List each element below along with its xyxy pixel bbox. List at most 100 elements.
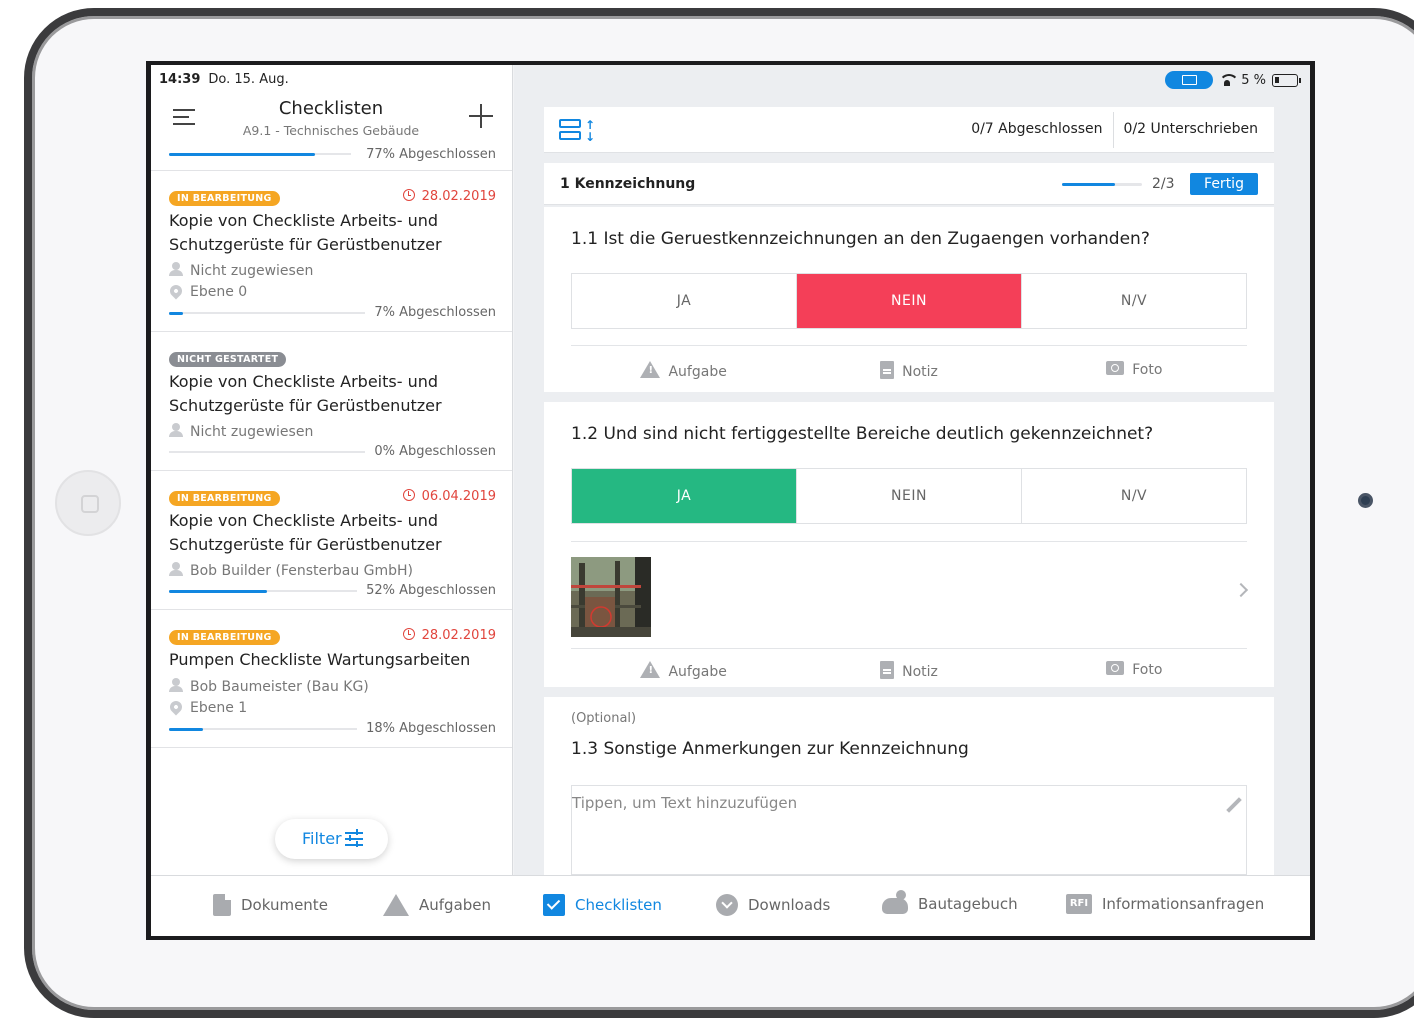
progress-bar bbox=[169, 311, 365, 315]
pencil-icon bbox=[1226, 797, 1242, 813]
checklist-list: 77% Abgeschlossen IN BEARBEITUNG 28.02.2… bbox=[151, 147, 512, 748]
progress-bar bbox=[169, 451, 365, 453]
progress-bar bbox=[169, 152, 351, 156]
completed-count: 0/7 Abgeschlossen bbox=[971, 121, 1103, 137]
question-card: 1.2 Und sind nicht fertiggestellte Berei… bbox=[544, 402, 1274, 687]
add-photo-button[interactable]: Foto bbox=[1022, 361, 1247, 380]
progress-label: 18% Abgeschlossen bbox=[366, 721, 496, 736]
tab-downloads[interactable]: Downloads bbox=[716, 894, 830, 916]
location: Ebene 1 bbox=[167, 698, 247, 716]
section-count: 2/3 bbox=[1152, 176, 1175, 192]
status-badge: IN BEARBEITUNG bbox=[169, 630, 280, 645]
sort-icon[interactable]: ↑ ↓ bbox=[559, 119, 595, 143]
page-title: Checklisten bbox=[278, 98, 384, 119]
airplay-icon bbox=[1165, 71, 1214, 89]
chevron-right-icon[interactable] bbox=[1233, 582, 1249, 598]
plus-icon[interactable] bbox=[468, 103, 494, 129]
status-icons: 5 % bbox=[1165, 71, 1301, 89]
question-card: (Optional) 1.3 Sonstige Anmerkungen zur … bbox=[544, 697, 1274, 887]
progress-label: 52% Abgeschlossen bbox=[366, 583, 496, 598]
answer-na-button[interactable]: N/V bbox=[1022, 274, 1246, 328]
section-progress-bar bbox=[1062, 183, 1142, 186]
answer-no-button[interactable]: NEIN bbox=[797, 469, 1022, 523]
assignee: Nicht zugewiesen bbox=[169, 423, 313, 440]
user-icon bbox=[169, 562, 183, 576]
status-badge: IN BEARBEITUNG bbox=[169, 191, 280, 206]
answer-segmented-control: JA NEIN N/V bbox=[571, 468, 1247, 524]
tab-information-requests[interactable]: RFI Informationsanfragen bbox=[1066, 894, 1264, 914]
answer-yes-button[interactable]: JA bbox=[572, 274, 797, 328]
menu-icon[interactable] bbox=[173, 109, 195, 130]
add-photo-button[interactable]: Foto bbox=[1022, 661, 1247, 680]
list-item[interactable]: NICHT GESTARTET Kopie von Checkliste Arb… bbox=[151, 332, 512, 471]
checkbox-icon bbox=[543, 894, 565, 916]
alarm-clock-icon bbox=[402, 189, 415, 201]
list-item[interactable]: IN BEARBEITUNG 28.02.2019 Pumpen Checkli… bbox=[151, 610, 512, 748]
assignee: Bob Builder (Fensterbau GmbH) bbox=[169, 562, 413, 579]
wifi-icon bbox=[1219, 74, 1240, 86]
question-title: 1.1 Ist die Geruestkennzeichnungen an de… bbox=[571, 229, 1150, 249]
comment-textarea[interactable]: Tippen, um Text hinzuzufügen bbox=[571, 785, 1247, 875]
answer-yes-button[interactable]: JA bbox=[572, 469, 797, 523]
filter-icon bbox=[345, 829, 363, 847]
progress-bar bbox=[169, 589, 357, 593]
warning-icon bbox=[640, 661, 661, 678]
detail-toolbar: ↑ ↓ 0/7 Abgeschlossen 0/2 Unterschrieben bbox=[544, 107, 1274, 153]
due-date: 28.02.2019 bbox=[402, 189, 496, 204]
home-button bbox=[55, 470, 121, 536]
checklist-title: Pumpen Checkliste Wartungsarbeiten bbox=[169, 650, 471, 669]
photo-thumbnail[interactable] bbox=[571, 557, 651, 637]
checklist-title: Kopie von Checkliste Arbeits- und Schutz… bbox=[169, 211, 442, 254]
due-date: 06.04.2019 bbox=[402, 489, 496, 504]
signed-count: 0/2 Unterschrieben bbox=[1123, 121, 1258, 137]
page-subtitle: A9.1 - Technisches Gebäude bbox=[242, 123, 420, 138]
camera-icon bbox=[1106, 661, 1125, 675]
optional-label: (Optional) bbox=[571, 711, 637, 726]
section-header[interactable]: 1 Kennzeichnung 2/3 Fertig bbox=[544, 163, 1274, 205]
checklist-detail: 5 % ↑ ↓ 0/7 Abgeschlossen 0/2 Unterschrie… bbox=[514, 65, 1310, 887]
list-item[interactable]: 77% Abgeschlossen bbox=[151, 147, 512, 171]
front-camera bbox=[1358, 493, 1373, 508]
answer-no-button[interactable]: NEIN bbox=[797, 274, 1022, 328]
user-icon bbox=[169, 262, 183, 276]
bottom-tab-bar: Dokumente Aufgaben Checklisten Downloads… bbox=[151, 875, 1310, 936]
add-note-button[interactable]: Notiz bbox=[796, 361, 1021, 380]
tab-documents[interactable]: Dokumente bbox=[213, 894, 328, 916]
tab-tasks[interactable]: Aufgaben bbox=[383, 894, 491, 916]
list-item[interactable]: IN BEARBEITUNG 28.02.2019 Kopie von Chec… bbox=[151, 171, 512, 332]
add-task-button[interactable]: Aufgabe bbox=[571, 661, 796, 680]
cloud-sun-icon bbox=[882, 890, 908, 914]
filter-button[interactable]: Filter bbox=[275, 819, 388, 859]
user-icon bbox=[169, 423, 183, 437]
note-icon bbox=[880, 661, 895, 679]
checklist-title: Kopie von Checkliste Arbeits- und Schutz… bbox=[169, 372, 442, 415]
answer-na-button[interactable]: N/V bbox=[1022, 469, 1246, 523]
progress-label: 0% Abgeschlossen bbox=[374, 444, 496, 459]
progress-label: 77% Abgeschlossen bbox=[366, 147, 496, 162]
assignee: Bob Baumeister (Bau KG) bbox=[169, 678, 369, 695]
screen: 14:39 Do. 15. Aug. Checklisten A9.1 - Tec… bbox=[146, 61, 1315, 940]
status-badge: NICHT GESTARTET bbox=[169, 352, 287, 367]
add-task-button[interactable]: Aufgabe bbox=[571, 361, 796, 380]
warning-icon bbox=[383, 894, 409, 916]
tab-checklists[interactable]: Checklisten bbox=[543, 894, 662, 916]
location-pin-icon bbox=[167, 282, 185, 300]
answer-segmented-control: JA NEIN N/V bbox=[571, 273, 1247, 329]
list-item[interactable]: IN BEARBEITUNG 06.04.2019 Kopie von Chec… bbox=[151, 471, 512, 610]
assignee: Nicht zugewiesen bbox=[169, 262, 313, 279]
status-badge: IN BEARBEITUNG bbox=[169, 491, 280, 506]
download-icon bbox=[716, 894, 738, 916]
rfi-icon: RFI bbox=[1066, 894, 1092, 914]
done-button[interactable]: Fertig bbox=[1190, 173, 1258, 195]
tab-construction-diary[interactable]: Bautagebuch bbox=[882, 890, 1018, 914]
due-date: 28.02.2019 bbox=[402, 628, 496, 643]
battery-icon bbox=[1272, 73, 1301, 87]
warning-icon bbox=[640, 361, 661, 378]
camera-icon bbox=[1106, 361, 1125, 375]
user-icon bbox=[169, 678, 183, 692]
document-icon bbox=[213, 894, 231, 916]
add-note-button[interactable]: Notiz bbox=[796, 661, 1021, 680]
progress-bar bbox=[169, 727, 357, 731]
question-card: 1.1 Ist die Geruestkennzeichnungen an de… bbox=[544, 207, 1274, 392]
section-title: 1 Kennzeichnung bbox=[560, 176, 696, 192]
